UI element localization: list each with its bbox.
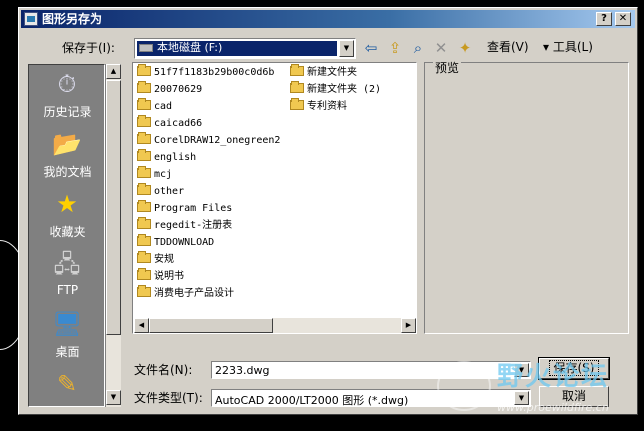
place-label: 历史记录 — [43, 105, 92, 119]
tools-menu-button[interactable]: ▾ 工具(L) — [543, 39, 593, 55]
filetype-value: AutoCAD 2000/LT2000 图形 (*.dwg) — [215, 394, 409, 407]
folder-icon — [137, 81, 151, 93]
help-button[interactable]: ? — [596, 12, 612, 26]
hard-drive-icon — [139, 44, 153, 52]
scroll-left-arrow[interactable]: ◀ — [134, 318, 149, 333]
place-history[interactable]: ⏱ 历史记录 — [29, 67, 106, 127]
folder-item[interactable]: 51f7f1183b29b00c0d6b — [137, 64, 274, 81]
place-buzzsaw[interactable]: ✎ — [29, 367, 106, 427]
folder-icon — [290, 98, 304, 110]
new-folder-icon[interactable]: ✦ — [455, 38, 475, 58]
save-in-label: 保存于(I): — [62, 41, 115, 55]
folder-icon — [137, 166, 151, 178]
delete-icon[interactable]: ✕ — [431, 38, 451, 58]
desktop-icon: 🖥 — [52, 310, 83, 338]
hscroll-thumb[interactable] — [149, 318, 273, 333]
preview-label: 预览 — [433, 61, 462, 75]
place-desktop[interactable]: 🖥 桌面 — [29, 307, 106, 367]
folder-item[interactable]: CorelDRAW12_onegreen2 — [137, 132, 280, 149]
save-in-dropdown[interactable]: 本地磁盘 (F:) ▼ — [134, 38, 356, 59]
scroll-up-arrow[interactable]: ▲ — [106, 64, 121, 79]
folder-item[interactable]: mcj — [137, 166, 172, 183]
filetype-dropdown[interactable]: AutoCAD 2000/LT2000 图形 (*.dwg) ▼ — [211, 389, 531, 407]
folder-icon — [137, 285, 151, 297]
place-label: 桌面 — [55, 345, 80, 359]
save-as-dialog: 图形另存为 ? ✕ 保存于(I): 本地磁盘 (F:) ▼ ⇦ ⇪ ⌕ ✕ ✦ … — [18, 7, 638, 415]
folder-item[interactable]: 20070629 — [137, 81, 202, 98]
folder-icon — [137, 64, 151, 76]
place-ftp[interactable]: 🖧 FTP — [29, 247, 106, 307]
place-label: 收藏夹 — [49, 225, 86, 239]
folder-icon — [137, 115, 151, 127]
folder-item[interactable]: cad — [137, 98, 172, 115]
folder-icon — [137, 268, 151, 280]
search-web-icon[interactable]: ⌕ — [408, 38, 428, 58]
views-menu-button[interactable]: 查看(V) — [487, 39, 529, 55]
save-button[interactable]: 保存(S) — [538, 357, 610, 380]
folder-item[interactable]: 专利资料 — [290, 98, 347, 115]
file-list[interactable]: 51f7f1183b29b00c0d6b 20070629 cad caicad… — [132, 62, 417, 334]
scroll-thumb[interactable] — [106, 80, 121, 335]
filename-value: 2233.dwg — [215, 364, 270, 377]
title-bar[interactable]: 图形另存为 ? ✕ — [21, 10, 635, 28]
place-label: FTP — [56, 283, 79, 297]
folder-item[interactable]: 消费电子产品设计 — [137, 285, 234, 302]
folder-item[interactable]: 新建文件夹 — [290, 64, 357, 81]
back-arrow-icon[interactable]: ⇦ — [361, 38, 381, 58]
favorites-star-icon: ★ — [56, 190, 78, 218]
folder-icon — [137, 251, 151, 263]
folder-item[interactable]: TDDOWNLOAD — [137, 234, 214, 251]
filetype-label: 文件类型(T): — [134, 391, 203, 405]
place-favorites[interactable]: ★ 收藏夹 — [29, 187, 106, 247]
folder-icon — [137, 200, 151, 212]
up-folder-icon[interactable]: ⇪ — [385, 38, 405, 58]
ftp-icon: 🖧 — [53, 250, 81, 278]
folder-icon — [137, 98, 151, 110]
history-icon: ⏱ — [57, 70, 77, 98]
scroll-right-arrow[interactable]: ▶ — [401, 318, 416, 333]
place-my-documents[interactable]: 📂 我的文档 — [29, 127, 106, 187]
folder-icon — [137, 149, 151, 161]
cancel-button[interactable]: 取消 — [539, 386, 609, 407]
folder-icon — [137, 217, 151, 229]
folder-icon — [137, 234, 151, 246]
file-list-hscrollbar[interactable]: ◀ ▶ — [134, 318, 416, 333]
folder-item[interactable]: english — [137, 149, 196, 166]
filename-dropdown-arrow[interactable]: ▼ — [514, 363, 529, 377]
save-in-selection: 本地磁盘 (F:) — [137, 41, 337, 56]
close-button[interactable]: ✕ — [615, 12, 631, 26]
my-documents-icon: 📂 — [52, 130, 82, 158]
window-title: 图形另存为 — [42, 12, 103, 26]
place-label: 我的文档 — [43, 165, 92, 179]
folder-item[interactable]: caicad66 — [137, 115, 202, 132]
app-icon — [24, 12, 38, 26]
folder-item[interactable]: regedit-注册表 — [137, 217, 232, 234]
folder-item[interactable]: Program Files — [137, 200, 232, 217]
folder-item[interactable]: 安规 — [137, 251, 174, 268]
folder-icon — [137, 132, 151, 144]
places-bar: ⏱ 历史记录 📂 我的文档 ★ 收藏夹 🖧 FTP 🖥 桌面 ✎ — [28, 64, 105, 407]
folder-icon — [290, 81, 304, 93]
folder-item[interactable]: 说明书 — [137, 268, 184, 285]
save-in-value: 本地磁盘 (F:) — [157, 41, 223, 54]
folder-icon — [137, 183, 151, 195]
folder-item[interactable]: 新建文件夹 (2) — [290, 81, 381, 98]
folder-icon — [290, 64, 304, 76]
preview-panel: 预览 — [424, 61, 629, 334]
folder-item[interactable]: other — [137, 183, 184, 200]
places-scrollbar[interactable]: ▲ ▼ — [105, 64, 121, 407]
filename-label: 文件名(N): — [134, 363, 193, 377]
filetype-dropdown-arrow[interactable]: ▼ — [514, 391, 529, 405]
save-in-dropdown-arrow[interactable]: ▼ — [339, 40, 354, 57]
scroll-down-arrow[interactable]: ▼ — [106, 390, 121, 405]
folder-pen-icon: ✎ — [56, 370, 78, 398]
filename-input[interactable]: 2233.dwg ▼ — [211, 361, 531, 379]
